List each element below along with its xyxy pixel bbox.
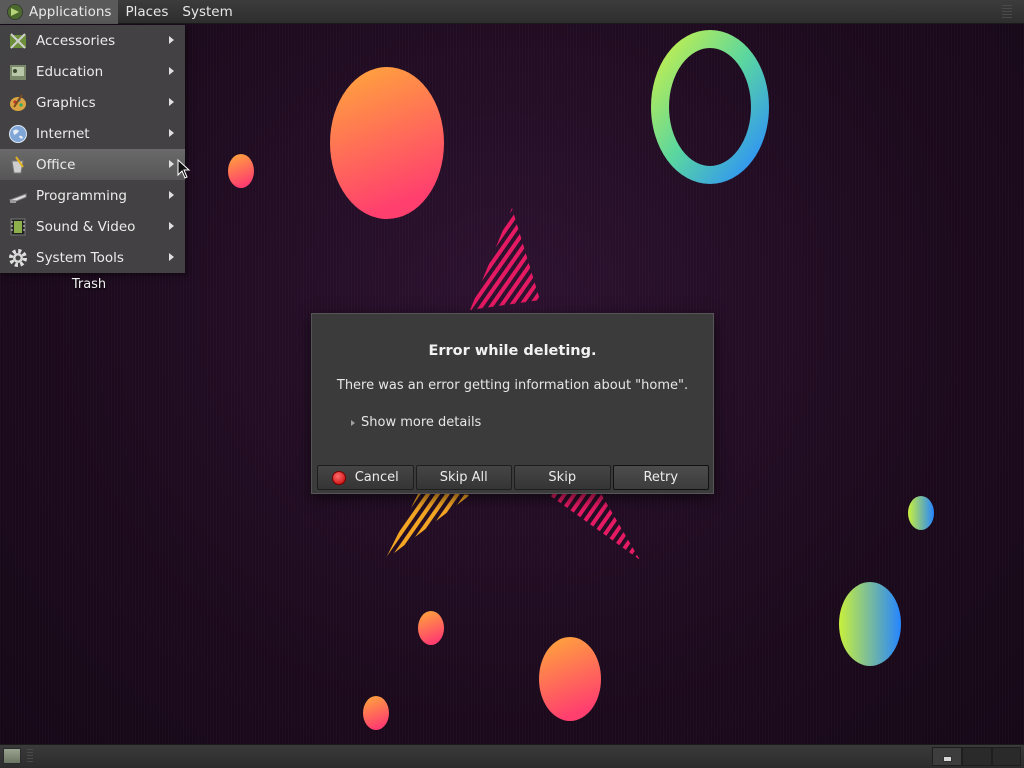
panel-drag-handle[interactable] — [1002, 5, 1012, 19]
desktop-icon-trash-label[interactable]: Trash — [60, 277, 118, 292]
expander-arrow-icon — [351, 419, 355, 426]
applications-menu-button[interactable]: Applications — [0, 0, 119, 24]
applications-menu: Accessories Education Graphics Internet … — [0, 25, 185, 273]
skip-all-button[interactable]: Skip All — [415, 465, 512, 490]
menu-item-programming[interactable]: Programming — [0, 180, 185, 211]
office-icon — [7, 154, 29, 176]
submenu-arrow-icon — [169, 160, 174, 168]
menu-item-label: Sound & Video — [36, 218, 136, 235]
system-menu-label: System — [182, 3, 233, 20]
menu-item-label: Office — [36, 156, 76, 173]
bottom-panel — [0, 744, 1024, 768]
dialog-title: Error while deleting. — [428, 343, 597, 359]
dialog-button-row: Cancel Skip All Skip Retry — [317, 465, 709, 490]
menu-item-label: Graphics — [36, 94, 96, 111]
show-desktop-button[interactable] — [3, 748, 21, 764]
skip-all-button-label: Skip All — [439, 470, 488, 485]
programming-icon — [7, 185, 29, 207]
applications-menu-label: Applications — [29, 3, 112, 20]
places-menu-label: Places — [125, 3, 169, 20]
workspace-window-thumbnail — [943, 756, 952, 762]
mate-logo-icon — [7, 3, 23, 20]
submenu-arrow-icon — [169, 129, 174, 137]
error-dialog: Error while deleting. There was an error… — [311, 313, 714, 494]
stop-icon — [331, 470, 346, 485]
cancel-button-label: Cancel — [354, 470, 399, 485]
submenu-arrow-icon — [169, 222, 174, 230]
skip-button-label: Skip — [548, 470, 577, 485]
menu-item-label: Accessories — [36, 32, 116, 49]
menu-item-office[interactable]: Office — [0, 149, 185, 180]
system-menu-button[interactable]: System — [175, 0, 239, 24]
menu-item-education[interactable]: Education — [0, 56, 185, 87]
workspace-2[interactable] — [962, 747, 992, 766]
education-icon — [7, 61, 29, 83]
skip-button[interactable]: Skip — [514, 465, 611, 490]
retry-button[interactable]: Retry — [612, 465, 709, 490]
internet-globe-icon — [7, 123, 29, 145]
menu-item-label: Education — [36, 63, 104, 80]
graphics-icon — [7, 92, 29, 114]
places-menu-button[interactable]: Places — [118, 0, 175, 24]
submenu-arrow-icon — [169, 67, 174, 75]
details-toggle-label: Show more details — [361, 415, 482, 430]
show-more-details-expander[interactable]: Show more details — [351, 415, 481, 430]
cancel-button[interactable]: Cancel — [317, 465, 414, 490]
menu-item-graphics[interactable]: Graphics — [0, 87, 185, 118]
gear-icon — [7, 247, 29, 269]
submenu-arrow-icon — [169, 36, 174, 44]
panel-drag-handle[interactable] — [27, 749, 33, 763]
retry-button-label: Retry — [643, 470, 679, 485]
menu-item-internet[interactable]: Internet — [0, 118, 185, 149]
menu-item-accessories[interactable]: Accessories — [0, 25, 185, 56]
accessories-icon — [7, 30, 29, 52]
workspace-3[interactable] — [992, 747, 1021, 766]
submenu-arrow-icon — [169, 253, 174, 261]
menu-item-system-tools[interactable]: System Tools — [0, 242, 185, 273]
mouse-cursor-icon — [177, 159, 191, 179]
menu-item-sound-video[interactable]: Sound & Video — [0, 211, 185, 242]
workspace-1[interactable] — [932, 747, 962, 766]
submenu-arrow-icon — [169, 98, 174, 106]
dialog-message: There was an error getting information a… — [336, 378, 689, 393]
top-panel: Applications Places System — [0, 0, 1024, 24]
sound-video-icon — [7, 216, 29, 238]
submenu-arrow-icon — [169, 191, 174, 199]
menu-item-label: System Tools — [36, 249, 124, 266]
menu-item-label: Internet — [36, 125, 90, 142]
menu-item-label: Programming — [36, 187, 127, 204]
